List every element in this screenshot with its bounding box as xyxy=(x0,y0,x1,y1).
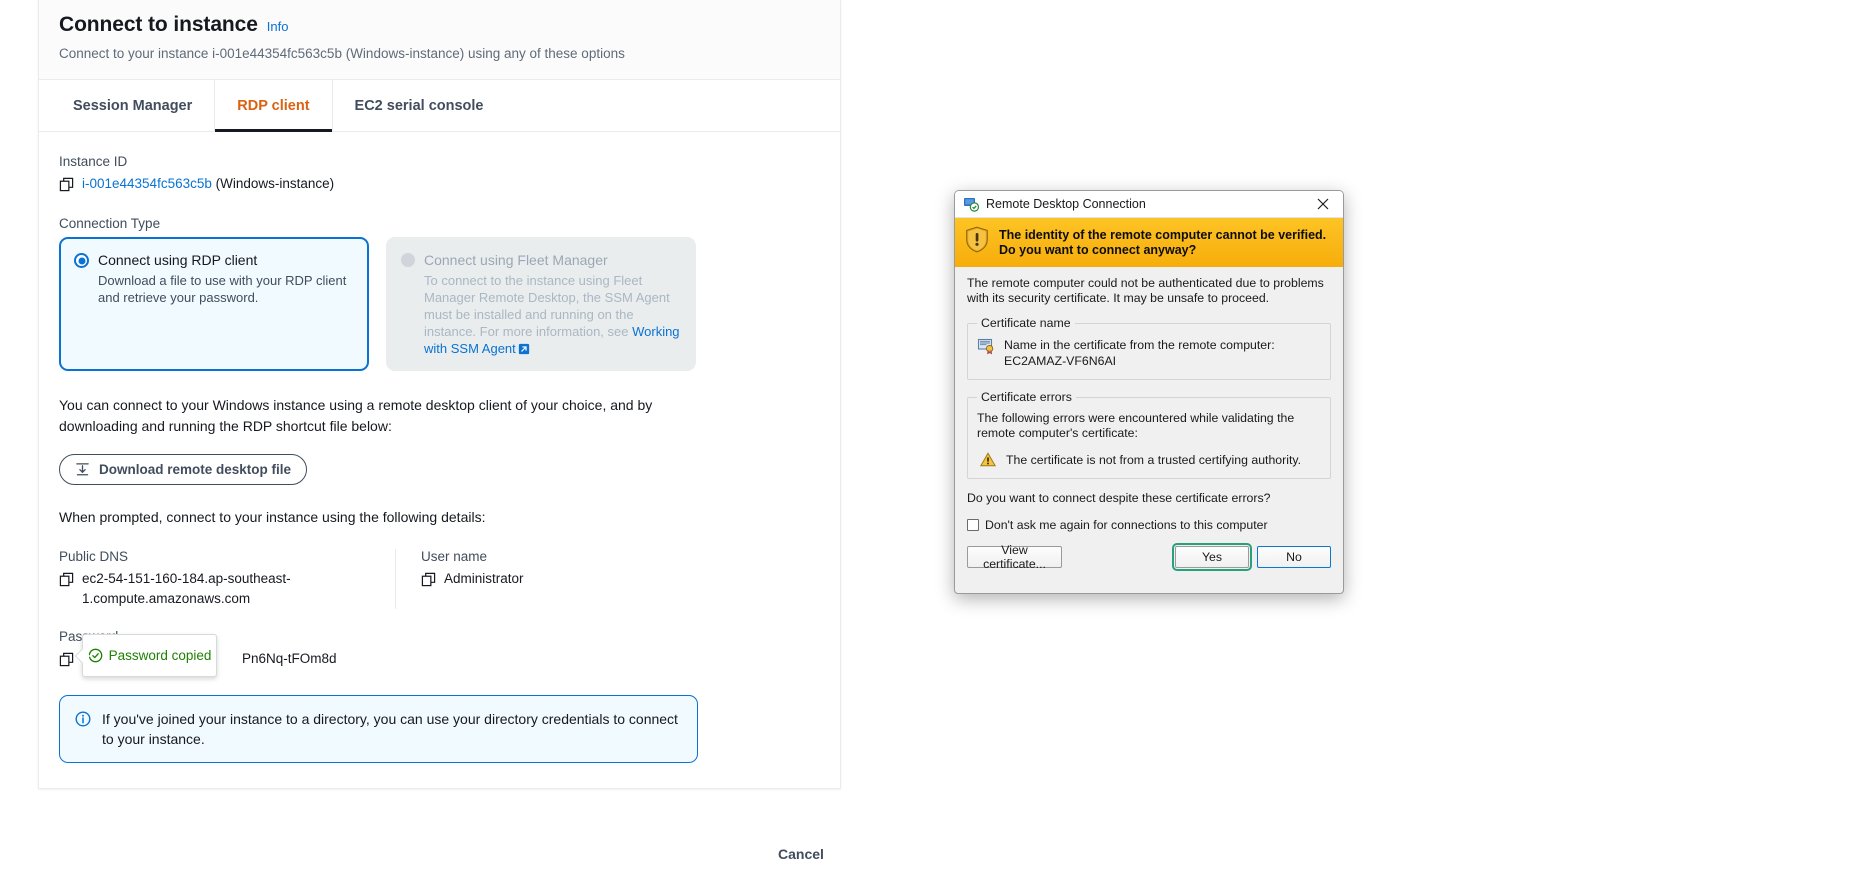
certificate-error-item: The certificate is not from a trusted ce… xyxy=(1006,453,1302,467)
certificate-name-text: Name in the certificate from the remote … xyxy=(1004,337,1275,369)
certificate-name-legend: Certificate name xyxy=(981,316,1071,330)
view-certificate-button[interactable]: View certificate... xyxy=(967,543,1062,571)
certificate-name-group: Certificate name Name in the certificate… xyxy=(967,316,1331,380)
dialog-question: Do you want to connect despite these cer… xyxy=(967,491,1271,505)
tab-ec2-serial-console[interactable]: EC2 serial console xyxy=(333,80,506,131)
prompt-paragraph: When prompted, connect to your instance … xyxy=(59,509,486,525)
instance-id-label: Instance ID xyxy=(59,154,128,169)
download-icon xyxy=(75,462,90,477)
public-dns-label: Public DNS xyxy=(59,549,129,564)
option-connect-using-fleet-manager: Connect using Fleet Manager To connect t… xyxy=(386,237,696,371)
confirm-buttons: Yes No xyxy=(1172,543,1331,571)
public-dns-row: ec2-54-151-160-184.ap-southeast-1.comput… xyxy=(59,569,395,609)
no-button[interactable]: No xyxy=(1257,546,1331,568)
panel-header: Connect to instance Info Connect to your… xyxy=(39,0,840,80)
user-name-row: Administrator xyxy=(421,569,731,589)
connection-details: Public DNS ec2-54-151-160-184.ap-southea… xyxy=(59,549,820,609)
user-name-column: User name Administrator xyxy=(395,549,731,609)
page-title: Connect to instance xyxy=(59,13,258,36)
tab-rdp-client[interactable]: RDP client xyxy=(215,80,333,132)
external-link-icon xyxy=(518,343,530,355)
info-circle-icon xyxy=(75,709,91,749)
option-fleet-manager-title: Connect using Fleet Manager xyxy=(424,252,608,268)
yes-button[interactable]: Yes xyxy=(1172,543,1252,571)
connection-type-options: Connect using RDP client Download a file… xyxy=(59,237,820,371)
tab-bar: Session Manager RDP client EC2 serial co… xyxy=(39,80,840,132)
password-copied-tooltip: Password copied xyxy=(82,634,217,677)
intro-paragraph: You can connect to your Windows instance… xyxy=(59,397,653,434)
password-copied-label: Password copied xyxy=(108,648,212,663)
warning-banner: The identity of the remote computer cann… xyxy=(955,218,1343,267)
user-name-label: User name xyxy=(421,549,488,564)
panel-subtitle: Connect to your instance i-001e44354fc56… xyxy=(59,46,625,61)
dialog-title: Remote Desktop Connection xyxy=(986,197,1146,211)
copy-icon[interactable] xyxy=(59,572,74,587)
instance-id-suffix: (Windows-instance) xyxy=(215,176,335,191)
radio-unselected-icon xyxy=(401,253,415,267)
dialog-titlebar[interactable]: Remote Desktop Connection xyxy=(955,191,1343,218)
dont-ask-again-label: Don't ask me again for connections to th… xyxy=(985,518,1268,532)
instance-id-link[interactable]: i-001e44354fc563c5b xyxy=(82,176,212,191)
user-name-value: Administrator xyxy=(444,571,524,586)
option-rdp-title: Connect using RDP client xyxy=(98,252,258,268)
copy-icon[interactable] xyxy=(421,572,436,587)
connect-to-instance-panel: Connect to instance Info Connect to your… xyxy=(38,0,841,789)
dialog-buttons: View certificate... Yes No xyxy=(967,543,1331,571)
connection-type-label: Connection Type xyxy=(59,216,161,231)
info-link[interactable]: Info xyxy=(267,19,289,34)
copy-icon[interactable] xyxy=(59,652,74,667)
password-value: Pn6Nq-tFOm8d xyxy=(242,651,337,666)
certificate-errors-text: The following errors were encountered wh… xyxy=(977,411,1295,440)
shield-warning-icon xyxy=(965,226,989,253)
cancel-button[interactable]: Cancel xyxy=(770,842,832,866)
option-connect-using-rdp-client[interactable]: Connect using RDP client Download a file… xyxy=(59,237,369,371)
certificate-name-row: Name in the certificate from the remote … xyxy=(977,337,1321,369)
instance-id-value-wrapper: i-001e44354fc563c5b (Windows-instance) xyxy=(82,174,334,194)
directory-credentials-alert: If you've joined your instance to a dire… xyxy=(59,695,698,763)
warning-banner-text: The identity of the remote computer cann… xyxy=(999,228,1327,257)
certificate-name-value: EC2AMAZ-VF6N6AI xyxy=(1004,354,1117,368)
certificate-errors-legend: Certificate errors xyxy=(981,390,1072,404)
option-fleet-manager-description: To connect to the instance using Fleet M… xyxy=(424,272,681,357)
option-rdp-description: Download a file to use with your RDP cli… xyxy=(98,273,347,305)
remote-desktop-icon xyxy=(963,196,979,212)
password-block: Password Pn6Nq-tFOm8d Password copied xyxy=(59,629,820,677)
certificate-error-item-row: The certificate is not from a trusted ce… xyxy=(977,452,1321,468)
public-dns-column: Public DNS ec2-54-151-160-184.ap-southea… xyxy=(59,549,395,609)
alert-text: If you've joined your instance to a dire… xyxy=(102,711,678,747)
download-button-label: Download remote desktop file xyxy=(99,462,292,477)
public-dns-value: ec2-54-151-160-184.ap-southeast-1.comput… xyxy=(82,571,291,606)
dialog-body-text: The remote computer could not be authent… xyxy=(967,276,1324,305)
copy-icon[interactable] xyxy=(59,177,74,192)
download-remote-desktop-file-button[interactable]: Download remote desktop file xyxy=(59,454,308,485)
certificate-icon xyxy=(977,337,995,355)
tab-session-manager[interactable]: Session Manager xyxy=(59,80,216,131)
radio-selected-icon[interactable] xyxy=(74,253,89,268)
check-circle-icon xyxy=(88,648,103,663)
close-icon[interactable] xyxy=(1306,192,1340,217)
certificate-name-description: Name in the certificate from the remote … xyxy=(1004,338,1275,352)
remote-desktop-connection-dialog: Remote Desktop Connection The identity o… xyxy=(954,190,1344,594)
instance-id-row: i-001e44354fc563c5b (Windows-instance) xyxy=(59,174,820,194)
warning-triangle-icon xyxy=(980,452,996,467)
certificate-errors-group: Certificate errors The following errors … xyxy=(967,390,1331,479)
dont-ask-again-checkbox[interactable] xyxy=(967,519,979,531)
dont-ask-again-checkbox-row[interactable]: Don't ask me again for connections to th… xyxy=(967,518,1331,532)
panel-body: Instance ID i-001e44354fc563c5b (Windows… xyxy=(39,132,840,763)
dialog-content: The remote computer could not be authent… xyxy=(955,267,1343,571)
